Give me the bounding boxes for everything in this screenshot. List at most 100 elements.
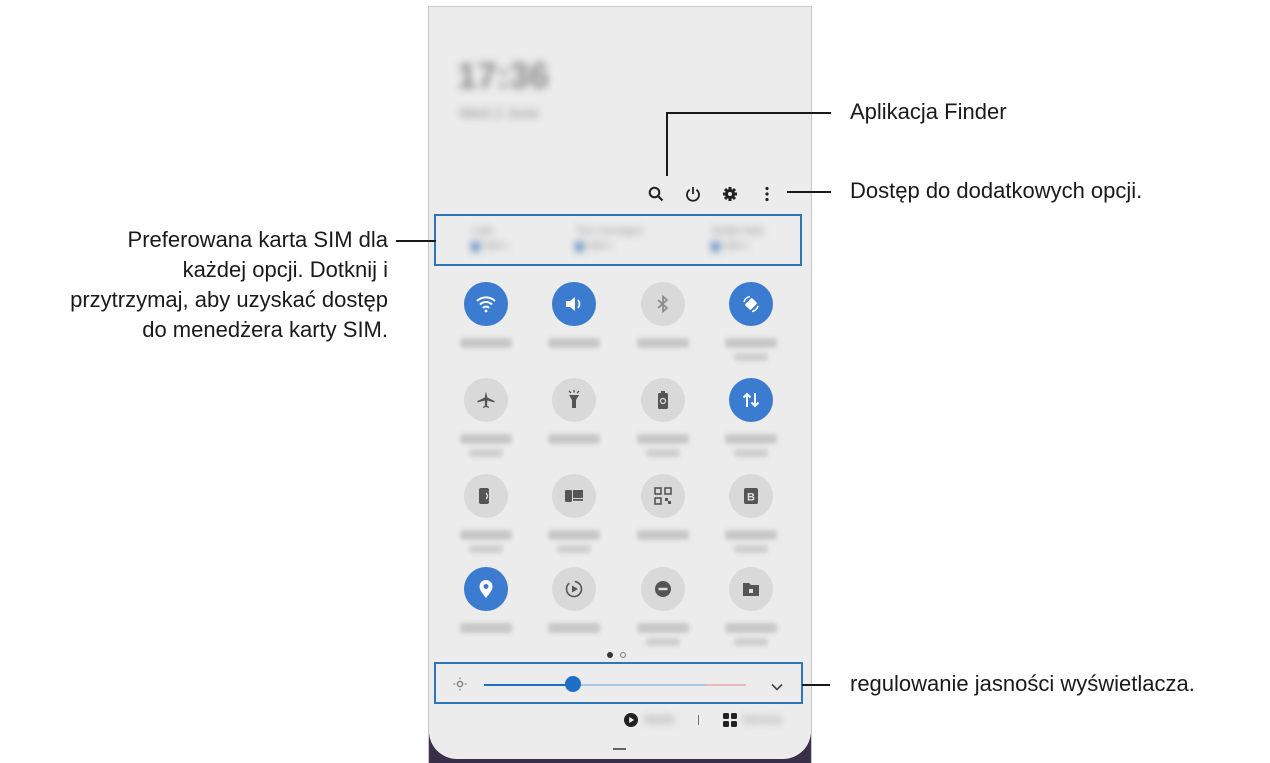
- auto-rotate-icon[interactable]: [729, 282, 773, 326]
- callout-brightness: regulowanie jasności wyświetlacza.: [850, 671, 1195, 696]
- power-icon[interactable]: [674, 179, 711, 209]
- chevron-down-icon[interactable]: [771, 678, 783, 696]
- tile-secure-folder[interactable]: [706, 567, 796, 646]
- tile-link-to-windows[interactable]: [529, 474, 619, 553]
- tile-bluetooth[interactable]: [618, 282, 708, 348]
- sound-icon[interactable]: [552, 282, 596, 326]
- sim-calls-label: Calls: [472, 226, 495, 237]
- airplane-icon[interactable]: [464, 378, 508, 422]
- tile-label-placeholder: [725, 530, 777, 540]
- do-not-disturb-icon[interactable]: [641, 567, 685, 611]
- tile-screen-recorder[interactable]: [529, 567, 619, 633]
- power-saving-icon[interactable]: [641, 378, 685, 422]
- tile-power-saving[interactable]: [618, 378, 708, 457]
- tile-label-placeholder: [637, 623, 689, 633]
- sim-data-value: SIM 1: [723, 241, 750, 252]
- tile-label-placeholder: [548, 338, 600, 348]
- callout-finder: Aplikacja Finder: [850, 99, 1007, 124]
- screen-recorder-icon[interactable]: [552, 567, 596, 611]
- flashlight-icon[interactable]: [552, 378, 596, 422]
- brightness-track: [574, 684, 706, 686]
- tile-location[interactable]: [441, 567, 531, 633]
- more-vertical-icon[interactable]: [748, 179, 785, 209]
- tile-label-placeholder: [469, 449, 503, 457]
- secure-folder-icon[interactable]: [729, 567, 773, 611]
- tile-label-placeholder: [460, 530, 512, 540]
- tile-label-placeholder: [646, 449, 680, 457]
- tile-airplane[interactable]: [441, 378, 531, 457]
- phone-screen: 17:36 Wed 2 June Calls 1 SIM 1 Text mess…: [428, 6, 812, 763]
- date: Wed 2 June: [459, 105, 539, 122]
- callout-line-sim: [396, 240, 436, 242]
- sim-badge: 1: [472, 242, 479, 251]
- home-indicator: [613, 748, 626, 750]
- sim-mobile-data[interactable]: Mobile data 1 SIM 1: [712, 226, 811, 252]
- top-icons: [637, 179, 785, 209]
- tile-label-placeholder: [725, 338, 777, 348]
- sim-badge: 1: [712, 242, 719, 251]
- page-dot[interactable]: [620, 652, 626, 658]
- tile-flashlight[interactable]: [529, 378, 619, 444]
- callout-sim-line: Preferowana karta SIM dla: [127, 227, 388, 252]
- callout-sim-line: do menedżera karty SIM.: [142, 317, 388, 342]
- callout-line-finder: [667, 112, 831, 114]
- devices-button[interactable]: Devices: [722, 713, 783, 727]
- tile-label-placeholder: [734, 545, 768, 553]
- brightness-slider-thumb[interactable]: [565, 676, 581, 692]
- tile-label-placeholder: [725, 623, 777, 633]
- brightness-control[interactable]: [434, 662, 803, 704]
- qr-scanner-icon[interactable]: [641, 474, 685, 518]
- sim-data-label: Mobile data: [712, 226, 764, 237]
- callout-sim: Preferowana karta SIM dla każdej opcji. …: [70, 225, 388, 345]
- tile-label-placeholder: [637, 530, 689, 540]
- gear-icon[interactable]: [711, 179, 748, 209]
- callout-sim-line: każdej opcji. Dotknij i: [182, 257, 388, 282]
- sim-preferences[interactable]: Calls 1 SIM 1 Text messages 1 SIM 1 Mobile…: [434, 214, 802, 266]
- sim-text-messages[interactable]: Text messages 1 SIM 1: [576, 226, 686, 252]
- tile-label-placeholder: [637, 434, 689, 444]
- tile-label-placeholder: [725, 434, 777, 444]
- tile-wifi[interactable]: [441, 282, 531, 348]
- page-dot-active[interactable]: [607, 652, 613, 658]
- tile-label-placeholder: [548, 623, 600, 633]
- wifi-icon[interactable]: [464, 282, 508, 326]
- tile-do-not-disturb[interactable]: [618, 567, 708, 646]
- sim-text-label: Text messages: [576, 226, 643, 237]
- search-icon[interactable]: [637, 179, 674, 209]
- media-devices-row: Media Devices: [624, 713, 782, 727]
- sim-calls[interactable]: Calls 1 SIM 1: [472, 226, 582, 252]
- link-to-windows-icon[interactable]: [552, 474, 596, 518]
- clock: 17:36: [457, 55, 550, 96]
- svg-text:B: B: [747, 492, 755, 504]
- tile-label-placeholder: [548, 434, 600, 444]
- media-label: Media: [644, 714, 674, 726]
- sim-badge: 1: [576, 242, 583, 251]
- brightness-icon: [453, 677, 467, 696]
- callout-line-brightness: [802, 684, 830, 686]
- mobile-data-icon[interactable]: [729, 378, 773, 422]
- devices-icon: [722, 713, 737, 727]
- callout-line-more-options: [787, 191, 831, 193]
- tile-label-placeholder: [548, 530, 600, 540]
- tile-label-placeholder: [557, 545, 591, 553]
- tile-label-placeholder: [460, 434, 512, 444]
- bixby-routines-icon[interactable]: B: [729, 474, 773, 518]
- callout-more-options: Dostęp do dodatkowych opcji.: [850, 178, 1143, 203]
- tile-qr-scanner[interactable]: [618, 474, 708, 540]
- tile-label-placeholder: [646, 638, 680, 646]
- nfc-icon[interactable]: [464, 474, 508, 518]
- tile-nfc[interactable]: [441, 474, 531, 553]
- quick-panel: 17:36 Wed 2 June Calls 1 SIM 1 Text mess…: [429, 7, 811, 759]
- tile-auto-rotate[interactable]: [706, 282, 796, 361]
- tile-mobile-data[interactable]: [706, 378, 796, 457]
- tile-label-placeholder: [637, 338, 689, 348]
- devices-label: Devices: [742, 714, 783, 726]
- location-icon[interactable]: [464, 567, 508, 611]
- tile-label-placeholder: [734, 353, 768, 361]
- tile-sound[interactable]: [529, 282, 619, 348]
- media-button[interactable]: Media: [624, 713, 674, 727]
- tile-bixby-routines[interactable]: B: [706, 474, 796, 553]
- bluetooth-icon[interactable]: [641, 282, 685, 326]
- sim-text-value: SIM 1: [587, 241, 614, 252]
- callout-line-finder-vertical: [666, 112, 668, 176]
